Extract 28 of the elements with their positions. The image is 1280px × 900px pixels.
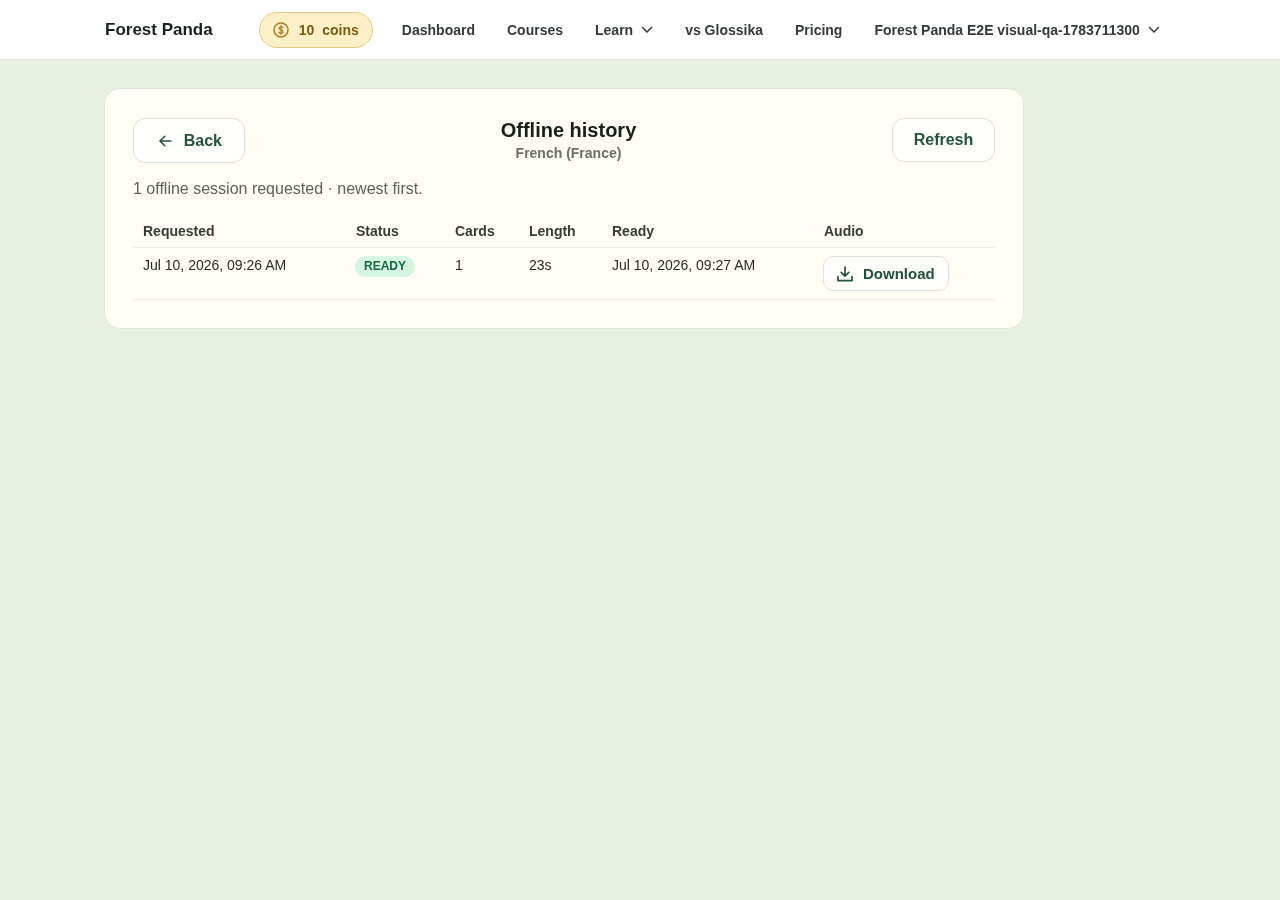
nav-link[interactable]: Learn (595, 21, 654, 38)
status-badge: READY (355, 256, 415, 277)
table-cell-text: Jul 10, 2026, 09:26 AM (142, 256, 288, 275)
summary-text: 1 offline session requested · newest first. (133, 179, 424, 199)
refresh-button[interactable]: Refresh (892, 118, 995, 162)
page-title: Offline history (500, 118, 637, 142)
table-cell-text: 1 (454, 256, 464, 275)
back-button[interactable]: Back (133, 118, 245, 163)
coin-icon (272, 21, 289, 38)
arrow-left-icon (159, 133, 172, 148)
account-menu[interactable]: Forest Panda E2E visual-qa-1783711300 (874, 21, 1160, 38)
page-subtitle: French (France) (515, 144, 622, 163)
table-cell-text: 23s (528, 256, 553, 275)
nav-link[interactable]: Pricing (794, 21, 843, 38)
nav-link[interactable]: Courses (507, 21, 563, 38)
column-header: Ready (611, 222, 656, 241)
nav-link[interactable]: vs Glossika (685, 21, 763, 38)
column-header: Status (355, 222, 400, 241)
column-header: Audio (823, 222, 865, 241)
table-cell-text: Jul 10, 2026, 09:27 AM (611, 256, 757, 275)
brand-link[interactable]: Forest Panda (105, 19, 213, 40)
download-button[interactable]: Download (823, 256, 949, 291)
column-header: Requested (142, 222, 216, 241)
download-icon (837, 265, 853, 282)
coin-balance[interactable]: 10 coins (258, 11, 373, 48)
nav-link[interactable]: Dashboard (401, 21, 475, 38)
column-header: Cards (454, 222, 496, 241)
column-header: Length (528, 222, 577, 241)
